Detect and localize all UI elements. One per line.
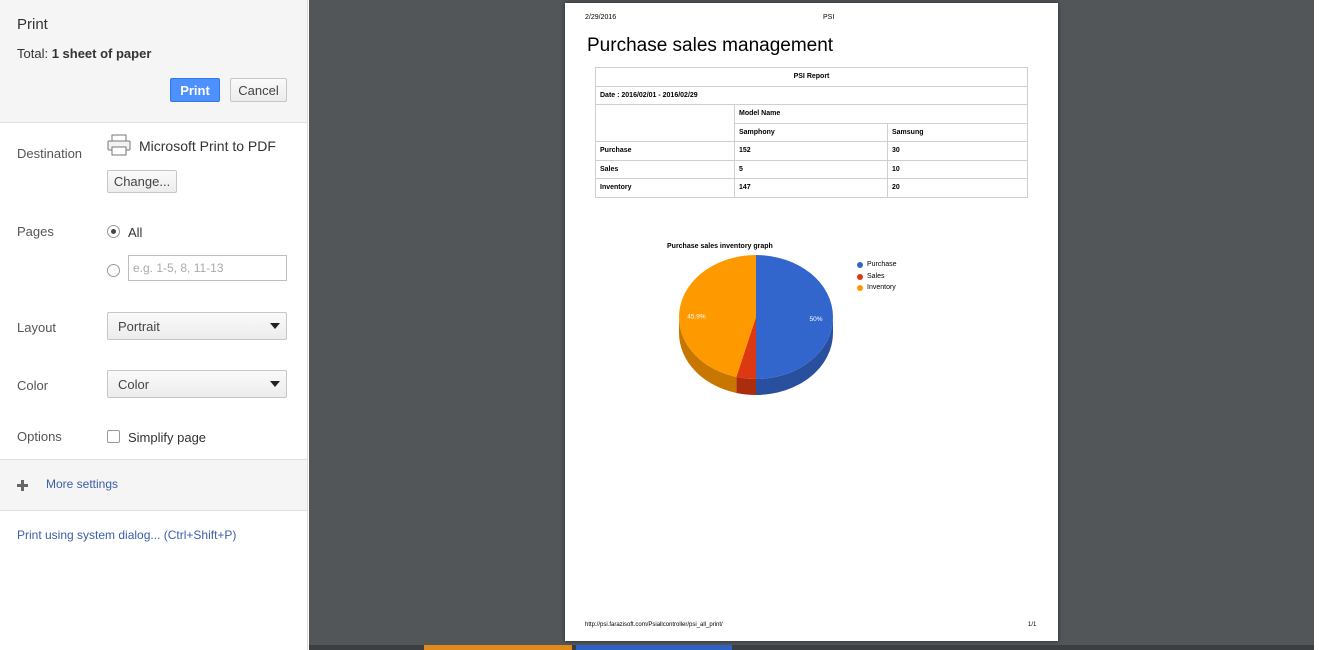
psi-report-table: PSI Report Date : 2016/02/01 - 2016/02/2… <box>595 67 1028 198</box>
page-header-date: 2/29/2016 <box>585 14 617 21</box>
plus-icon <box>17 480 28 491</box>
date-range-cell: Date : 2016/02/01 - 2016/02/29 <box>595 85 1028 105</box>
system-dialog-link[interactable]: Print using system dialog... (Ctrl+Shift… <box>17 528 236 542</box>
pages-range-input[interactable] <box>128 255 287 281</box>
total-label: Total: <box>17 46 52 61</box>
layout-select-value: Portrait <box>118 318 160 334</box>
table-row: Sales 5 10 <box>595 159 1028 179</box>
more-settings-link[interactable]: More settings <box>46 477 118 491</box>
pie-chart: 50% 45.9% <box>679 255 833 395</box>
layout-label: Layout <box>17 320 57 335</box>
value-cell: 10 <box>887 159 1028 179</box>
row-label-cell: Inventory <box>595 178 735 198</box>
table-row: PSI Report <box>595 67 1028 87</box>
destination-label: Destination <box>17 146 83 161</box>
right-gutter <box>1314 0 1319 650</box>
legend-swatch <box>857 285 863 291</box>
pages-all-label: All <box>128 225 143 240</box>
pages-range-radio[interactable] <box>107 264 120 277</box>
total-value: 1 sheet of paper <box>51 46 152 61</box>
chevron-down-icon <box>270 381 280 387</box>
legend-swatch <box>857 262 863 268</box>
pie-data-label: 45.9% <box>687 314 706 321</box>
value-cell: 30 <box>887 141 1028 161</box>
legend-swatch <box>857 273 863 280</box>
pie-data-label: 50% <box>810 316 823 323</box>
chart-legend: Purchase Sales Inventory <box>857 261 897 296</box>
pages-all-radio[interactable] <box>107 225 120 238</box>
sidebar-header: Print Total: 1 sheet of paper Print Canc… <box>0 0 307 123</box>
page-footer-number: 1/1 <box>1028 622 1037 628</box>
legend-label: Purchase <box>867 261 897 268</box>
legend-label: Sales <box>867 272 885 280</box>
report-title-cell: PSI Report <box>595 67 1028 87</box>
row-label-cell: Sales <box>595 159 735 179</box>
printer-icon <box>107 134 131 156</box>
page-title: Purchase sales management <box>587 35 834 56</box>
table-row: Inventory 147 20 <box>595 178 1028 198</box>
total-sheets: Total: 1 sheet of paper <box>17 46 151 61</box>
color-select[interactable]: Color <box>107 370 287 398</box>
legend-label: Inventory <box>867 284 896 291</box>
value-cell: 152 <box>734 141 888 161</box>
model-cell: Samsung <box>887 122 1028 142</box>
background-fragment-blue <box>576 645 732 650</box>
model-cell: Samphony <box>734 122 888 142</box>
page-footer-url: http://psi.farazisoft.com/Psiallcontroll… <box>585 622 723 628</box>
table-row: Model Name <box>595 104 1028 142</box>
table-row: Date : 2016/02/01 - 2016/02/29 <box>595 85 1028 105</box>
value-cell: 147 <box>734 178 888 198</box>
model-header-cell: Model Name <box>734 104 1028 124</box>
print-settings-sidebar: Print Total: 1 sheet of paper Print Canc… <box>0 0 308 650</box>
more-settings-row[interactable]: More settings <box>0 459 307 511</box>
legend-item-purchase: Purchase <box>857 261 897 273</box>
cancel-button[interactable]: Cancel <box>230 78 287 102</box>
table-row: Purchase 152 30 <box>595 141 1028 161</box>
preview-page[interactable]: 2/29/2016 PSI Purchase sales management … <box>565 3 1058 641</box>
print-button[interactable]: Print <box>170 78 220 102</box>
destination-name: Microsoft Print to PDF <box>139 138 276 154</box>
pages-label: Pages <box>17 224 54 239</box>
color-label: Color <box>17 378 49 393</box>
value-cell: 20 <box>887 178 1028 198</box>
page-header-title: PSI <box>823 14 835 21</box>
change-destination-button[interactable]: Change... <box>107 170 177 193</box>
background-fragment-orange <box>424 645 572 650</box>
layout-select[interactable]: Portrait <box>107 312 287 340</box>
empty-corner-cell <box>595 104 735 142</box>
pie-side-sales <box>736 376 756 395</box>
color-select-value: Color <box>118 376 150 392</box>
options-label: Options <box>17 429 62 444</box>
value-cell: 5 <box>734 159 888 179</box>
row-label-cell: Purchase <box>595 141 735 161</box>
print-title: Print <box>17 16 48 33</box>
chart-title: Purchase sales inventory graph <box>667 243 773 250</box>
legend-item-inventory: Inventory <box>857 284 897 296</box>
simplify-page-label: Simplify page <box>128 430 207 445</box>
legend-item-sales: Sales <box>857 273 897 285</box>
chevron-down-icon <box>270 323 280 329</box>
simplify-page-checkbox[interactable] <box>107 430 120 443</box>
